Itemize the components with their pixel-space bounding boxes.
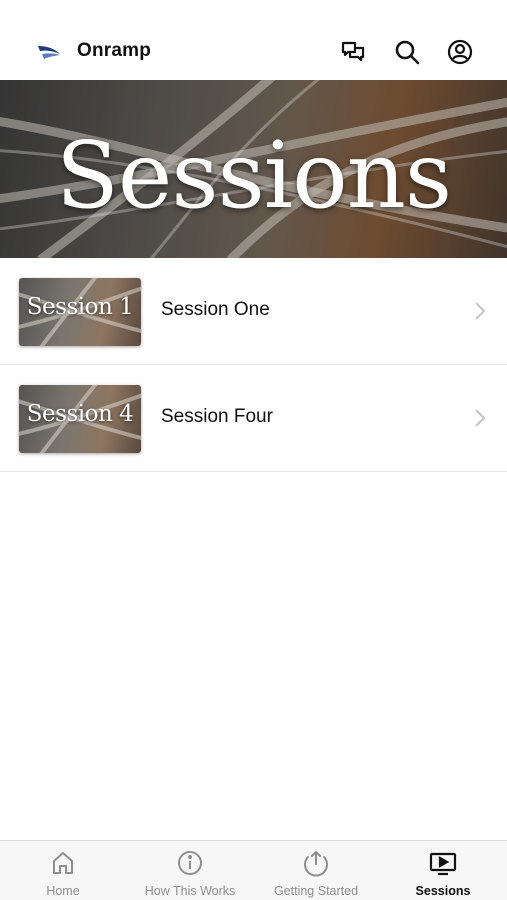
chat-icon[interactable] — [339, 38, 367, 66]
hero-banner: Sessions — [0, 80, 507, 258]
app-header: Onramp — [0, 0, 507, 80]
list-item[interactable]: Session 4 Session Four — [0, 365, 507, 472]
session-title: Session Four — [161, 406, 273, 427]
profile-icon[interactable] — [446, 38, 474, 66]
tab-label: Sessions — [415, 884, 471, 898]
upload-icon — [304, 850, 328, 877]
session-thumbnail: Session 1 — [19, 278, 141, 346]
tab-label: How This Works — [144, 884, 236, 898]
logo-icon — [36, 40, 62, 62]
tab-getting-started[interactable]: Getting Started — [253, 841, 379, 900]
tab-label: Home — [46, 884, 80, 898]
tab-label: Getting Started — [273, 884, 359, 898]
chevron-right-icon — [475, 302, 486, 320]
session-thumbnail-label: Session 1 — [26, 294, 134, 320]
home-icon — [53, 852, 73, 874]
bottom-tab-bar: Home How This Works Getting Started Sess… — [0, 840, 507, 900]
chevron-right-icon — [475, 409, 486, 427]
session-title: Session One — [161, 299, 270, 320]
list-item[interactable]: Session 1 Session One — [0, 258, 507, 365]
hero-title: Sessions — [55, 122, 452, 229]
app-title: Onramp — [77, 40, 152, 61]
info-icon — [178, 851, 202, 875]
session-thumbnail: Session 4 — [19, 385, 141, 453]
tab-home[interactable]: Home — [0, 841, 126, 900]
session-thumbnail-label: Session 4 — [26, 401, 134, 427]
tab-sessions[interactable]: Sessions — [380, 841, 506, 900]
tab-how-this-works[interactable]: How This Works — [127, 841, 253, 900]
sessions-list: Session 1 Session One Session 4 Session … — [0, 258, 507, 472]
play-screen-icon — [429, 852, 457, 876]
search-icon[interactable] — [393, 38, 421, 66]
